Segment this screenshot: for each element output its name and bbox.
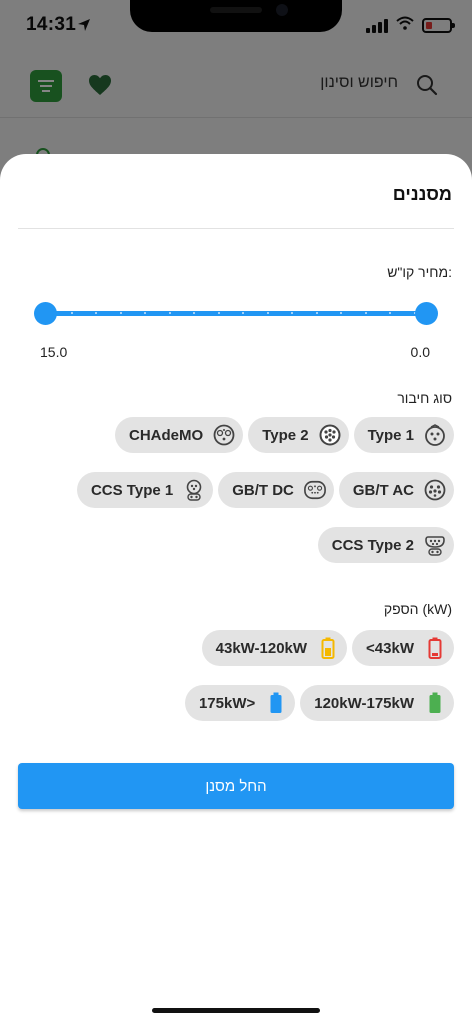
chip-power-43-120[interactable]: 43kW-120kW [201,630,348,666]
power-row-2: 120kW-175kW 175kW> [184,685,454,721]
slider-tick [315,312,318,314]
chip-ccs-type2[interactable]: CCS Type 2 [317,527,454,563]
power-row-1: <43kW 43kW-120kW [201,630,454,666]
slider-tick [389,312,391,314]
power-label: הספק (kW) [383,601,452,617]
battery-medium-icon [317,637,339,659]
ccs1-plug-icon [183,479,205,501]
type2-plug-icon [319,424,341,446]
type1-plug-icon [424,424,446,446]
slider-tick [193,312,195,314]
price-label: מחיר קו"ש: [387,264,452,280]
ccs2-plug-icon [424,534,446,556]
chip-label: Type 1 [367,426,414,444]
filters-sheet: מסננים מחיר קו"ש: 15.0 0.0 סוג חיבור Typ… [0,154,472,1024]
chip-ccs-type1[interactable]: CCS Type 1 [76,472,214,508]
connector-row-3: CCS Type 2 [317,527,454,563]
battery-high-icon [424,692,446,714]
apply-filter-button[interactable]: החל מסנן [18,763,454,809]
slider-tick [266,312,269,314]
chip-label: 120kW-175kW [314,694,414,712]
home-indicator[interactable] [152,1008,320,1013]
price-min-value: 0.0 [410,344,430,360]
slider-tick [291,312,293,314]
chip-label: CCS Type 2 [331,536,414,554]
chip-type1[interactable]: Type 1 [353,417,454,453]
chip-type2[interactable]: Type 2 [248,417,349,453]
slider-tick [95,312,97,314]
chip-power-gt175[interactable]: 175kW> [184,685,296,721]
chip-power-lt43[interactable]: <43kW [352,630,454,666]
slider-tick [217,312,220,314]
slider-tick [364,312,367,314]
gbt-ac-plug-icon [424,479,446,501]
connector-type-label: סוג חיבור [397,390,452,406]
gbt-dc-plug-icon [303,479,326,501]
slider-tick [168,312,171,314]
slider-tick [242,312,244,314]
sheet-title: מסננים [392,184,452,204]
chip-label: Type 2 [262,426,309,444]
battery-low-icon [424,637,446,659]
chip-label: 175kW> [198,694,256,712]
chip-gbt-dc[interactable]: GB/T DC [218,472,334,508]
slider-tick [119,312,122,314]
connector-row-2: GB/T AC GB/T DC CCS Type 1 [76,472,454,508]
battery-full-icon [265,692,287,714]
slider-thumb-min[interactable] [415,302,438,325]
chip-power-120-175[interactable]: 120kW-175kW [300,685,454,721]
chademo-plug-icon [213,424,235,446]
slider-tick [144,312,146,314]
chip-chademo[interactable]: CHAdeMO [115,417,244,453]
connector-row-1: Type 1 Type 2 CHAdeMO [115,417,454,453]
slider-track[interactable] [44,311,428,316]
chip-label: GB/T DC [232,481,294,499]
chip-label: CHAdeMO [129,426,204,444]
slider-thumb-max[interactable] [34,302,57,325]
apply-filter-label: החל מסנן [205,777,267,795]
chip-gbt-ac[interactable]: GB/T AC [338,472,454,508]
slider-tick [70,312,73,314]
chip-label: GB/T AC [352,481,414,499]
chip-label: <43kW [366,639,414,657]
title-divider [18,228,454,229]
slider-tick [340,312,342,314]
price-range-slider[interactable] [34,302,438,326]
chip-label: CCS Type 1 [90,481,174,499]
price-max-value: 15.0 [40,344,68,360]
chip-label: 43kW-120kW [215,639,308,657]
